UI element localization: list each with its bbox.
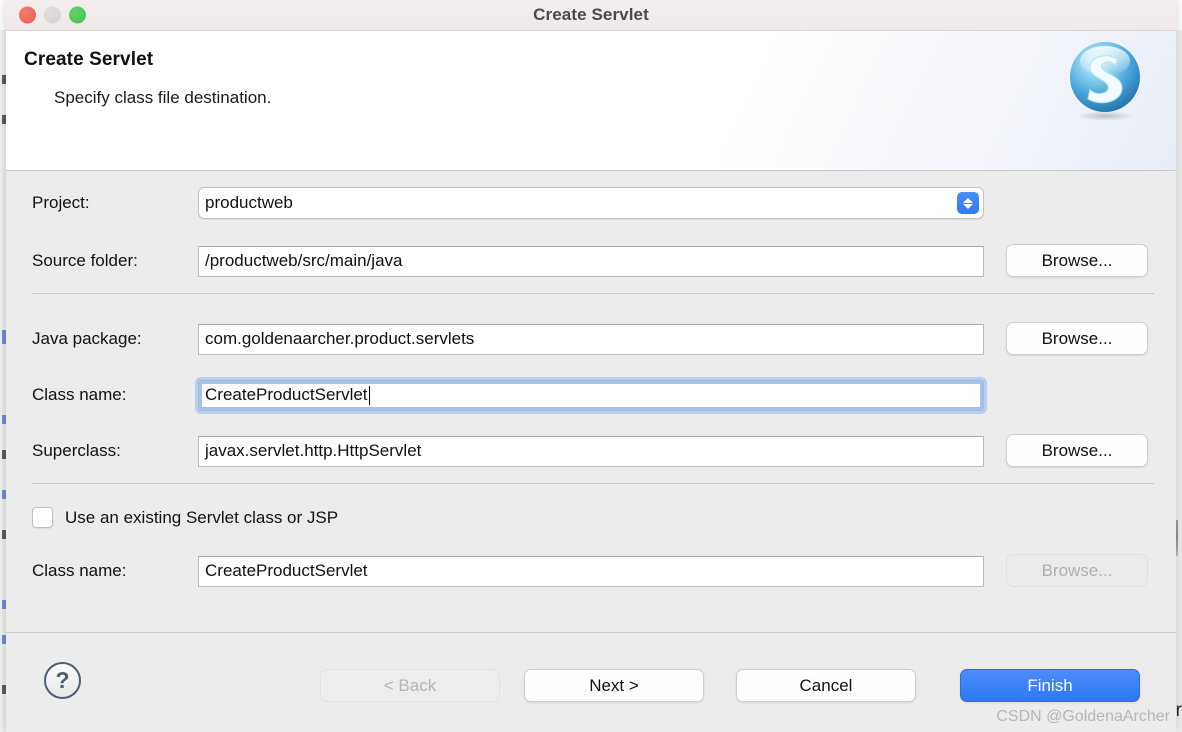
superclass-input[interactable]: javax.servlet.http.HttpServlet: [198, 435, 984, 467]
dialog-body: Project: productweb Source folder: /prod…: [6, 171, 1176, 633]
minimize-button[interactable]: [44, 6, 61, 24]
java-package-label: Java package:: [32, 329, 142, 348]
class-name-value: CreateProductServlet: [205, 385, 368, 404]
existing-class-name-input[interactable]: CreateProductServlet: [198, 555, 984, 587]
window-title: Create Servlet: [533, 5, 649, 24]
source-folder-input[interactable]: /productweb/src/main/java: [198, 245, 984, 277]
zoom-button[interactable]: [69, 6, 86, 24]
source-folder-value: /productweb/src/main/java: [205, 251, 403, 270]
dialog-titlebar: Create Servlet: [6, 0, 1176, 31]
class-name-input[interactable]: CreateProductServlet: [198, 379, 984, 411]
existing-class-name-row: Class name: CreateProductServlet: [6, 555, 1176, 587]
page-subtitle: Specify class file destination.: [54, 88, 272, 107]
source-folder-label: Source folder:: [32, 251, 138, 270]
chevron-updown-icon[interactable]: [957, 192, 979, 214]
source-folder-row: Source folder: /productweb/src/main/java: [6, 245, 1176, 277]
project-label: Project:: [32, 193, 90, 212]
existing-class-name-value: CreateProductServlet: [205, 561, 368, 580]
browse-existing-class-button: Browse...: [1006, 554, 1148, 587]
next-button[interactable]: Next >: [524, 669, 704, 702]
page-title: Create Servlet: [24, 49, 154, 70]
finish-button[interactable]: Finish: [960, 669, 1140, 702]
use-existing-label: Use an existing Servlet class or JSP: [65, 507, 339, 527]
create-servlet-dialog: Create Servlet Create Servlet Specify cl…: [6, 0, 1176, 732]
existing-class-name-label: Class name:: [32, 561, 127, 580]
dialog-header: Create Servlet Specify class file destin…: [6, 31, 1176, 171]
java-package-input[interactable]: com.goldenaarcher.product.servlets: [198, 323, 984, 355]
browse-source-folder-button[interactable]: Browse...: [1006, 244, 1148, 277]
project-row: Project: productweb: [6, 187, 1176, 219]
class-name-label: Class name:: [32, 385, 127, 404]
background-partial-text: r: [1175, 700, 1182, 721]
project-value: productweb: [205, 193, 293, 212]
java-package-row: Java package: com.goldenaarcher.product.…: [6, 323, 1176, 355]
class-name-row: Class name: CreateProductServlet: [6, 379, 1176, 411]
superclass-label: Superclass:: [32, 441, 121, 460]
separator-bottom: [32, 483, 1154, 484]
use-existing-checkbox[interactable]: [32, 507, 53, 528]
browse-superclass-button[interactable]: Browse...: [1006, 434, 1148, 467]
cancel-button[interactable]: Cancel: [736, 669, 916, 702]
superclass-value: javax.servlet.http.HttpServlet: [205, 441, 422, 460]
help-icon[interactable]: ?: [44, 662, 81, 699]
watermark: CSDN @GoldenaArcher: [996, 708, 1170, 725]
java-package-value: com.goldenaarcher.product.servlets: [205, 329, 475, 348]
project-combo[interactable]: productweb: [198, 187, 984, 219]
text-caret: [368, 385, 370, 405]
browse-java-package-button[interactable]: Browse...: [1006, 322, 1148, 355]
back-button: < Back: [320, 669, 500, 702]
separator-top: [32, 293, 1154, 294]
window-controls: [19, 6, 86, 24]
close-button[interactable]: [19, 6, 36, 24]
superclass-row: Superclass: javax.servlet.http.HttpServl…: [6, 435, 1176, 467]
use-existing-checkbox-row[interactable]: Use an existing Servlet class or JSP: [32, 507, 338, 528]
servlet-s-sphere-icon: [1062, 37, 1148, 123]
